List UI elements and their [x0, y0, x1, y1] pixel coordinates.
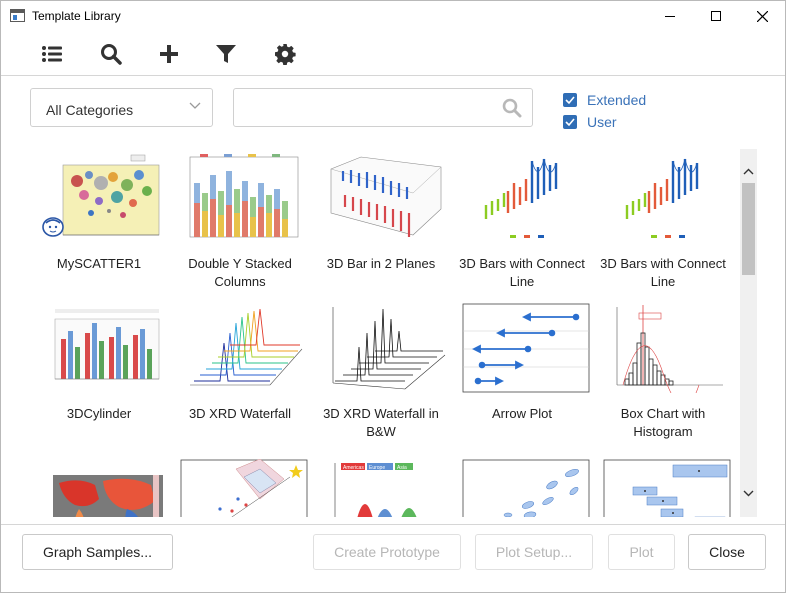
template-tile[interactable]: [29, 453, 169, 517]
template-thumbnail: [462, 459, 590, 517]
maximize-button[interactable]: [693, 1, 739, 31]
list-icon: [42, 46, 62, 62]
legend-americas-label: Americas: [343, 465, 364, 471]
checkmark-icon: [565, 96, 575, 105]
settings-button[interactable]: [272, 41, 298, 67]
search-field[interactable]: [233, 88, 533, 127]
template-thumbnail: [603, 303, 731, 393]
template-thumbnail: [39, 153, 167, 243]
close-button[interactable]: Close: [688, 534, 766, 570]
chevron-up-icon: [743, 168, 754, 175]
plot-setup-button[interactable]: Plot Setup...: [475, 534, 593, 570]
minimize-button[interactable]: [647, 1, 693, 31]
template-tile[interactable]: MySCATTER1: [29, 147, 169, 297]
template-thumbnail: [180, 303, 308, 393]
search-icon: [101, 44, 122, 65]
view-list-button[interactable]: [39, 41, 65, 67]
chevron-down-icon: [189, 102, 201, 109]
plot-button[interactable]: Plot: [608, 534, 675, 570]
maximize-icon: [711, 11, 721, 21]
close-window-button[interactable]: [739, 1, 785, 31]
filter-button[interactable]: [213, 41, 239, 67]
category-dropdown[interactable]: All Categories: [30, 88, 213, 127]
scroll-up-button[interactable]: [740, 163, 757, 180]
template-tile[interactable]: [452, 453, 592, 517]
template-thumbnail: [321, 303, 449, 393]
template-thumbnail: [462, 303, 590, 393]
category-dropdown-value: All Categories: [46, 102, 134, 118]
legend-asia-label: Asia: [397, 465, 407, 471]
scroll-down-button[interactable]: [740, 485, 757, 502]
filter-icon: [216, 45, 236, 63]
minimize-icon: [665, 15, 675, 17]
gallery-scrollbar[interactable]: [740, 149, 757, 517]
search-icon[interactable]: [502, 98, 522, 118]
template-label: Arrow Plot: [492, 406, 552, 421]
template-label: Double Y Stacked Columns: [188, 256, 292, 289]
dialog-footer: Graph Samples... Create Prototype Plot S…: [1, 524, 785, 592]
template-thumbnail: Americas Europe Asia: [321, 459, 449, 517]
template-thumbnail: [180, 459, 308, 517]
template-library-window: Template Library All Categories Extended…: [0, 0, 786, 593]
create-prototype-button[interactable]: Create Prototype: [313, 534, 461, 570]
extended-checkbox-label: Extended: [587, 92, 647, 108]
user-checkbox-label: User: [587, 114, 617, 130]
extended-checkbox-row[interactable]: Extended: [563, 92, 646, 108]
template-label: 3D Bar in 2 Planes: [326, 256, 436, 271]
window-title: Template Library: [32, 9, 121, 23]
checkmark-icon: [565, 118, 575, 127]
template-label: MySCATTER1: [56, 256, 142, 271]
template-thumbnail: [603, 153, 731, 243]
template-tile[interactable]: 3D Bar in 2 Planes: [311, 147, 451, 297]
template-label: 3D XRD Waterfall in B&W: [323, 406, 439, 439]
template-label: 3D XRD Waterfall: [188, 406, 292, 421]
search-button[interactable]: [98, 41, 124, 67]
graph-samples-button[interactable]: Graph Samples...: [22, 534, 173, 570]
template-thumbnail: [39, 303, 167, 393]
add-icon: [160, 45, 178, 63]
template-label: Box Chart with Histogram: [620, 406, 706, 439]
template-tile[interactable]: 3D XRD Waterfall in B&W: [311, 297, 451, 447]
search-input[interactable]: [244, 98, 494, 118]
user-checkbox-row[interactable]: User: [563, 114, 617, 130]
template-thumbnail: [321, 153, 449, 243]
template-thumbnail: [462, 153, 590, 243]
template-label: 3D Bars with Connect Line: [600, 256, 726, 289]
template-tile[interactable]: Americas Europe Asia: [311, 453, 451, 517]
template-tile[interactable]: 3DCylinder: [29, 297, 169, 447]
gear-icon: [275, 44, 296, 65]
extended-checkbox[interactable]: [563, 93, 577, 107]
scroll-thumb[interactable]: [742, 183, 755, 275]
template-tile[interactable]: [170, 453, 310, 517]
toolbar: [1, 31, 785, 76]
template-tile[interactable]: Box Chart with Histogram: [593, 297, 733, 447]
title-bar: Template Library: [1, 1, 785, 31]
app-window-icon: [10, 9, 25, 22]
template-thumbnail: [603, 459, 731, 517]
close-icon: [756, 10, 768, 22]
chevron-down-icon: [743, 490, 754, 497]
template-tile[interactable]: [593, 453, 733, 517]
template-tile[interactable]: 3D XRD Waterfall: [170, 297, 310, 447]
template-gallery: MySCATTER1 Double Y Stacked Columns 3D B…: [29, 147, 741, 517]
user-checkbox[interactable]: [563, 115, 577, 129]
template-tile[interactable]: 3D Bars with Connect Line: [593, 147, 733, 297]
add-template-button[interactable]: [156, 41, 182, 67]
template-thumbnail: [180, 153, 308, 243]
template-label: 3D Bars with Connect Line: [459, 256, 585, 289]
template-tile[interactable]: Double Y Stacked Columns: [170, 147, 310, 297]
template-tile[interactable]: Arrow Plot: [452, 297, 592, 447]
template-tile[interactable]: 3D Bars with Connect Line: [452, 147, 592, 297]
template-label: 3DCylinder: [66, 406, 132, 421]
template-thumbnail: [39, 459, 167, 517]
legend-europe-label: Europe: [369, 465, 385, 471]
